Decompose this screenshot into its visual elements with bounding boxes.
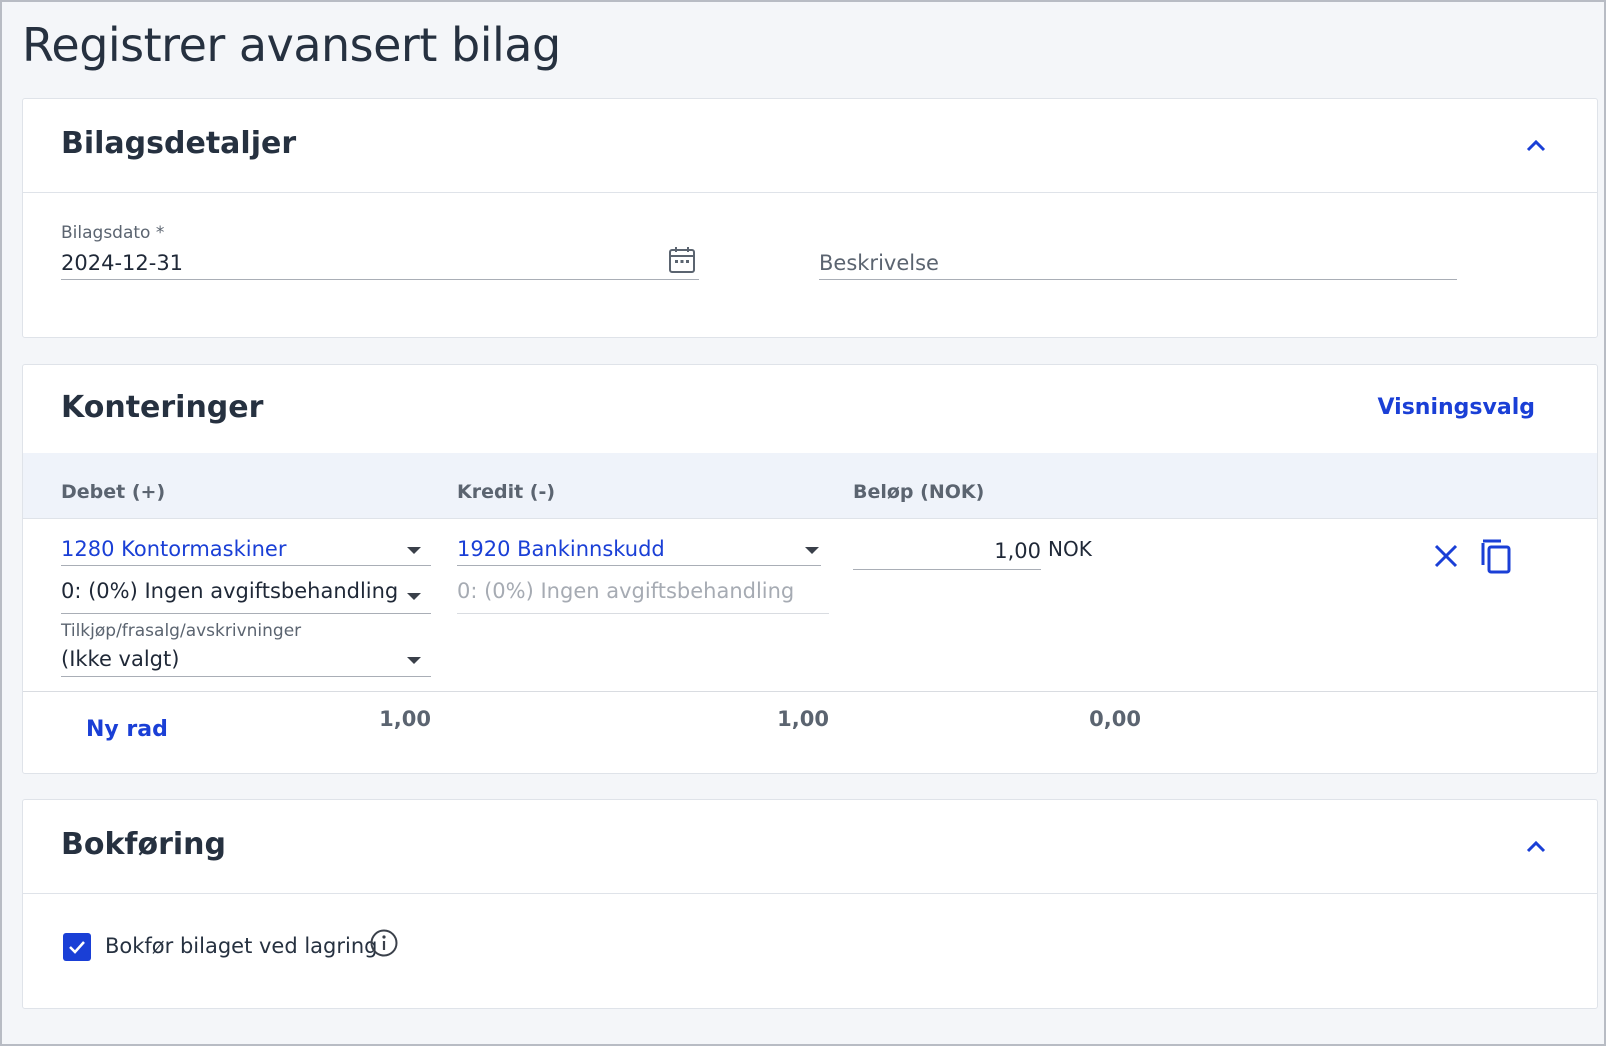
booking-card-title: Bokføring: [61, 827, 226, 862]
acquisition-label: Tilkjøp/frasalg/avskrivninger: [61, 621, 302, 641]
amount-input-underline: [853, 569, 1041, 570]
caret-down-icon[interactable]: [407, 657, 421, 664]
acquisition-underline: [61, 676, 431, 677]
acquisition-select[interactable]: (Ikke valgt): [61, 647, 179, 671]
currency-label: NOK: [1048, 537, 1092, 561]
book-on-save-label[interactable]: Bokfør bilaget ved lagring: [105, 934, 378, 958]
total-credit: 1,00: [777, 707, 829, 731]
date-input[interactable]: 2024-12-31: [61, 251, 183, 275]
calendar-icon[interactable]: [667, 245, 697, 279]
credit-account-underline: [457, 565, 821, 566]
credit-account-select[interactable]: 1920 Bankinnskudd: [457, 537, 665, 561]
check-icon: [69, 941, 85, 954]
total-debit: 1,00: [379, 707, 431, 731]
booking-card: Bokføring Bokfør bilaget ved lagring: [22, 799, 1598, 1009]
book-on-save-checkbox[interactable]: [63, 933, 91, 961]
caret-down-icon[interactable]: [407, 547, 421, 554]
header-debit: Debet (+): [61, 481, 166, 503]
date-input-underline: [61, 279, 699, 280]
details-card: Bilagsdetaljer Bilagsdato * 2024-12-31 B…: [22, 98, 1598, 338]
debit-account-underline: [61, 565, 431, 566]
credit-vat-underline: [457, 613, 829, 614]
chevron-up-icon[interactable]: [1525, 838, 1547, 854]
total-difference: 0,00: [1089, 707, 1141, 731]
app-frame: Registrer avansert bilag Bilagsdetaljer …: [0, 0, 1606, 1046]
credit-vat-select: 0: (0%) Ingen avgiftsbehandling: [457, 579, 795, 603]
caret-down-icon[interactable]: [805, 547, 819, 554]
page-title: Registrer avansert bilag: [22, 18, 561, 72]
postings-table-header: Debet (+) Kredit (-) Beløp (NOK): [23, 453, 1597, 519]
details-card-title: Bilagsdetaljer: [61, 126, 297, 161]
row-divider: [23, 691, 1597, 692]
description-input[interactable]: Beskrivelse: [819, 251, 939, 275]
caret-down-icon[interactable]: [407, 593, 421, 600]
details-card-header[interactable]: Bilagsdetaljer: [23, 99, 1597, 193]
info-icon[interactable]: [369, 928, 399, 962]
postings-card: Konteringer Visningsvalg Debet (+) Kredi…: [22, 364, 1598, 774]
header-amount: Beløp (NOK): [853, 481, 985, 503]
debit-vat-select[interactable]: 0: (0%) Ingen avgiftsbehandling: [61, 579, 398, 603]
amount-input[interactable]: 1,00: [853, 539, 1041, 563]
postings-card-title: Konteringer: [61, 390, 264, 425]
copy-icon[interactable]: [1479, 537, 1513, 579]
debit-account-select[interactable]: 1280 Kontormaskiner: [61, 537, 286, 561]
chevron-up-icon[interactable]: [1525, 137, 1547, 153]
new-row-button[interactable]: Ny rad: [86, 717, 168, 742]
description-input-underline: [819, 279, 1457, 280]
debit-vat-underline: [61, 613, 431, 614]
close-icon[interactable]: [1433, 543, 1459, 573]
header-credit: Kredit (-): [457, 481, 556, 503]
booking-card-header[interactable]: Bokføring: [23, 800, 1597, 894]
date-label: Bilagsdato *: [61, 223, 165, 243]
view-options-link[interactable]: Visningsvalg: [1378, 395, 1535, 420]
